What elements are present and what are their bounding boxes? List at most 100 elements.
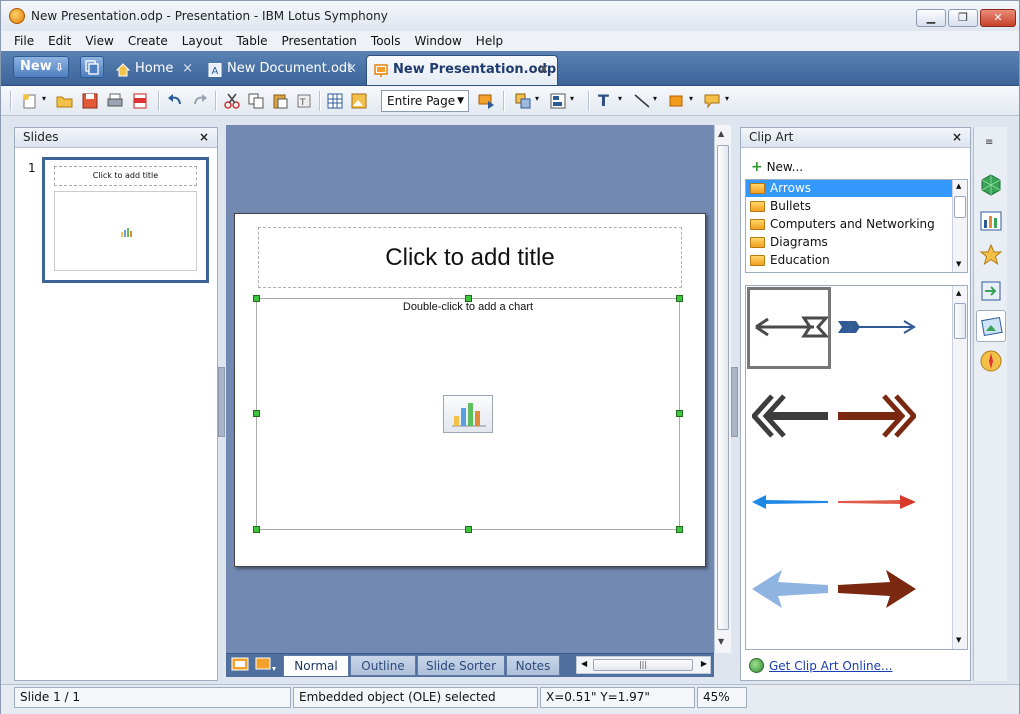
windows-list-button[interactable] (80, 56, 104, 78)
get-clip-art-online-link[interactable]: Get Clip Art Online... (769, 659, 893, 673)
tab-new-document-close-icon[interactable]: × (346, 55, 357, 83)
clip-art-close-icon[interactable]: × (952, 128, 962, 147)
canvas-horizontal-scrollbar[interactable]: ◀ ||| ▶ (576, 656, 711, 674)
menu-create[interactable]: Create (121, 31, 175, 51)
selection-handle[interactable] (465, 526, 472, 533)
undo-icon[interactable] (166, 92, 184, 110)
right-panel-splitter[interactable] (731, 367, 738, 437)
slide-thumbnail-1[interactable]: Click to add title (42, 157, 209, 283)
rectangle-dropdown-icon[interactable]: ▾ (689, 94, 693, 103)
slide-view-icon[interactable] (231, 657, 249, 673)
rectangle-tool-icon[interactable] (667, 92, 685, 110)
clip-art-sidebar-tab[interactable] (976, 310, 1006, 342)
chart-object-frame[interactable]: Double-click to add a chart (256, 298, 680, 530)
text-box-dropdown-icon[interactable]: ▾ (618, 94, 622, 103)
new-category-link[interactable]: + New... (751, 159, 803, 175)
tab-notes[interactable]: Notes (506, 655, 560, 676)
effects-star-icon[interactable] (979, 243, 1003, 267)
left-panel-splitter[interactable] (218, 367, 225, 437)
category-list-scrollbar[interactable]: ▲ ▼ (952, 180, 967, 272)
blue-thin-arrow-left-icon[interactable] (752, 494, 830, 510)
menu-view[interactable]: View (78, 31, 120, 51)
tab-slide-sorter[interactable]: Slide Sorter (417, 655, 505, 676)
arrange-dropdown-icon[interactable]: ▾ (535, 94, 539, 103)
print-icon[interactable] (106, 92, 124, 110)
scroll-left-arrow-icon[interactable]: ◀ (581, 659, 587, 668)
category-scroll-down-icon[interactable]: ▼ (956, 260, 961, 268)
double-chevron-left-icon[interactable] (752, 394, 830, 438)
double-chevron-right-icon[interactable] (838, 394, 916, 438)
gallery-scroll-thumb[interactable] (954, 303, 966, 339)
scroll-right-arrow-icon[interactable]: ▶ (701, 659, 707, 668)
menu-layout[interactable]: Layout (175, 31, 230, 51)
save-icon[interactable] (81, 92, 99, 110)
selection-handle[interactable] (676, 410, 683, 417)
table-icon[interactable] (326, 92, 344, 110)
selection-handle[interactable] (253, 526, 260, 533)
canvas-vertical-scrollbar[interactable]: ▲ ▼ (714, 125, 731, 653)
gallery-scrollbar[interactable]: ▲ ▼ (952, 286, 967, 649)
selection-handle[interactable] (253, 295, 260, 302)
red-thin-arrow-right-icon[interactable] (838, 494, 916, 510)
new-dropdown-icon[interactable]: ▾ (42, 94, 46, 103)
zoom-select[interactable]: Entire Page ▼ (381, 90, 469, 112)
category-bullets[interactable]: Bullets (746, 198, 956, 215)
tab-outline[interactable]: Outline (350, 655, 416, 676)
slide-show-view-icon[interactable] (255, 657, 277, 673)
brown-arrow-right-icon[interactable] (838, 570, 916, 608)
light-blue-arrow-left-icon[interactable] (752, 570, 830, 608)
menu-help[interactable]: Help (469, 31, 510, 51)
paste-special-icon[interactable]: T (296, 92, 314, 110)
close-window-button[interactable]: ✕ (980, 9, 1016, 27)
properties-cube-icon[interactable] (979, 173, 1003, 197)
slides-panel-close-icon[interactable]: × (199, 128, 209, 147)
clip-art-category-list[interactable]: Arrows Bullets Computers and Networking … (745, 179, 968, 273)
open-folder-icon[interactable] (56, 92, 74, 110)
new-document-icon[interactable] (21, 92, 39, 110)
sidebar-menu-icon[interactable]: ≡ (985, 137, 993, 148)
slide-show-icon[interactable] (477, 92, 495, 110)
paste-icon[interactable] (271, 92, 289, 110)
gallery-scroll-down-icon[interactable]: ▼ (956, 636, 961, 644)
category-diagrams[interactable]: Diagrams (746, 234, 956, 251)
menu-window[interactable]: Window (407, 31, 468, 51)
layouts-chart-icon[interactable] (979, 209, 1003, 233)
tab-normal[interactable]: Normal (283, 655, 349, 676)
callout-tool-icon[interactable] (703, 92, 721, 110)
menu-tools[interactable]: Tools (364, 31, 408, 51)
cut-icon[interactable] (223, 92, 241, 110)
gray-arrow-left-icon[interactable] (752, 314, 828, 340)
selection-handle[interactable] (676, 526, 683, 533)
category-scroll-thumb[interactable] (954, 196, 966, 218)
status-zoom[interactable]: 45% (697, 687, 747, 708)
copy-icon[interactable] (247, 92, 265, 110)
tab-new-document[interactable]: A New Document.odt × (201, 55, 365, 85)
selection-handle[interactable] (253, 410, 260, 417)
menu-file[interactable]: File (7, 31, 41, 51)
arrange-icon[interactable] (514, 92, 532, 110)
restore-button[interactable]: ❐ (948, 9, 978, 27)
menu-edit[interactable]: Edit (41, 31, 78, 51)
category-computers-networking[interactable]: Computers and Networking (746, 216, 956, 233)
tab-home[interactable]: Home × (109, 55, 201, 85)
tab-home-close-icon[interactable]: × (182, 55, 193, 83)
line-dropdown-icon[interactable]: ▾ (653, 94, 657, 103)
zoom-dropdown-arrow-icon[interactable]: ▼ (457, 91, 464, 111)
scroll-up-arrow-icon[interactable]: ▲ (718, 129, 724, 138)
tab-new-presentation-close-icon[interactable]: × (538, 56, 549, 84)
new-dropdown-arrow-icon[interactable]: ⇩ (55, 58, 64, 78)
text-box-icon[interactable]: T (598, 91, 609, 110)
horizontal-scroll-thumb[interactable]: ||| (593, 659, 693, 671)
callout-dropdown-icon[interactable]: ▾ (725, 94, 729, 103)
category-scroll-up-icon[interactable]: ▲ (956, 182, 961, 190)
selection-handle[interactable] (676, 295, 683, 302)
redo-icon[interactable] (191, 92, 209, 110)
category-education[interactable]: Education (746, 252, 956, 269)
align-dropdown-icon[interactable]: ▾ (570, 94, 574, 103)
slide-title-placeholder[interactable]: Click to add title (258, 227, 682, 288)
menu-presentation[interactable]: Presentation (275, 31, 364, 51)
chart-object-icon[interactable] (443, 395, 493, 433)
menu-table[interactable]: Table (230, 31, 275, 51)
tab-new-presentation[interactable]: New Presentation.odp × (366, 55, 558, 85)
selection-handle[interactable] (465, 295, 472, 302)
